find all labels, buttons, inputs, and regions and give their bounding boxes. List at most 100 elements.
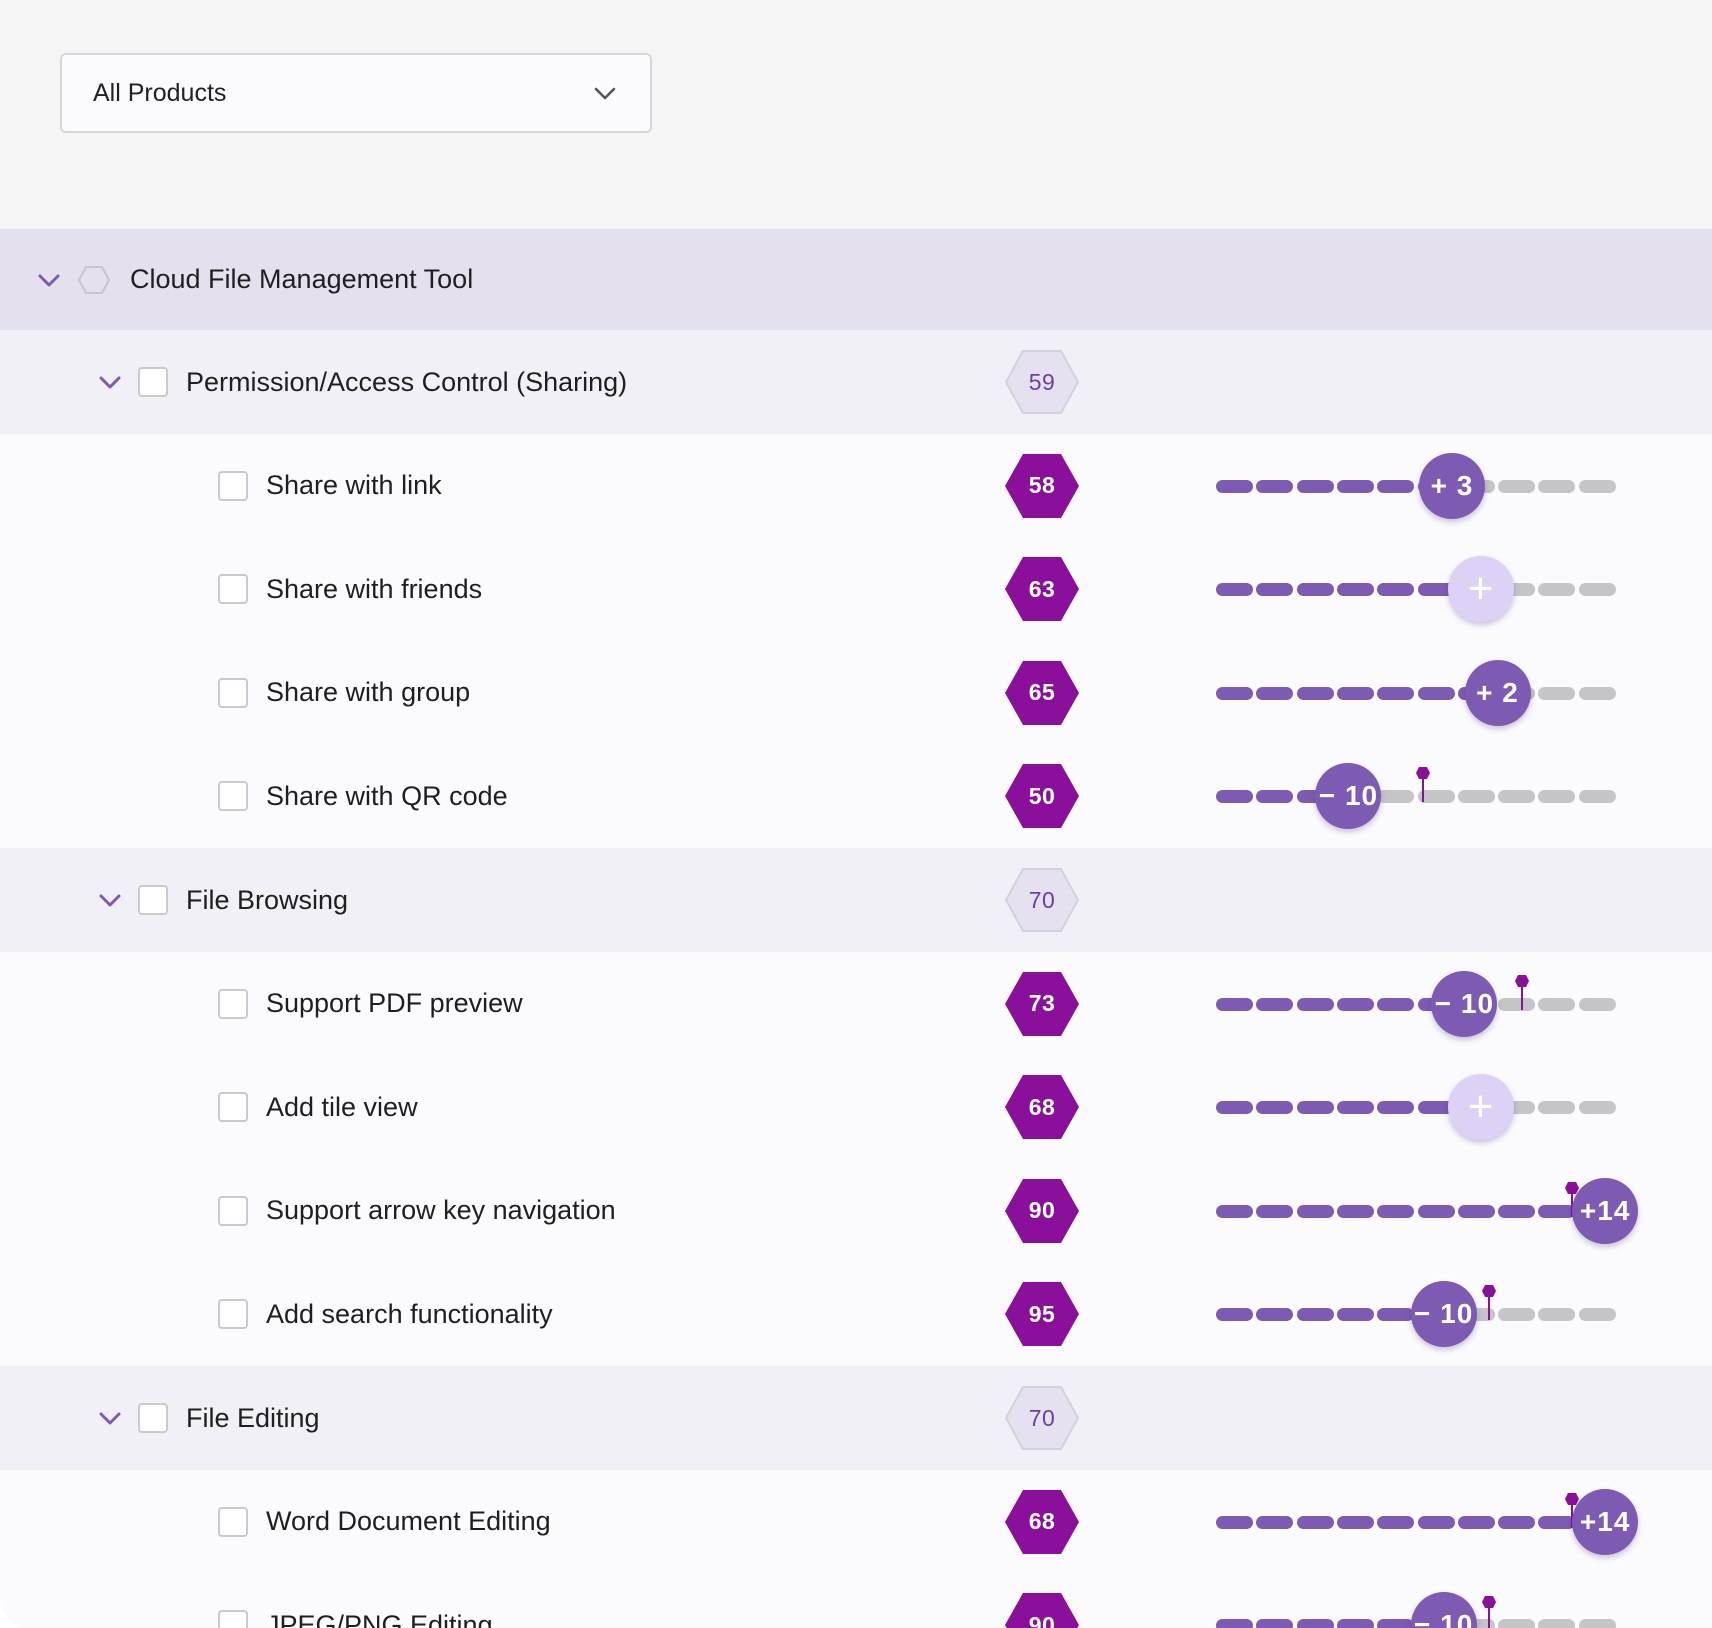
slider-segment [1336, 479, 1374, 493]
feature-row: Share with link 58 + 3 [0, 434, 1712, 538]
slider-segment [1578, 583, 1616, 597]
slider-segment [1417, 686, 1455, 700]
slider-segment [1296, 1619, 1334, 1628]
slider-segment [1216, 1204, 1253, 1218]
score-value: 68 [1028, 1093, 1056, 1120]
score-adjust-slider[interactable]: + 2 [1216, 659, 1630, 726]
feature-row: Share with group 65 + 2 [0, 641, 1712, 745]
slider-segment [1498, 1515, 1536, 1529]
group-checkbox[interactable] [138, 885, 168, 915]
feature-checkbox[interactable] [218, 677, 248, 708]
score-adjust-slider[interactable]: +14 [1216, 1488, 1639, 1555]
slider-segment [1377, 1308, 1415, 1322]
score-adjust-slider[interactable]: + [1216, 1074, 1630, 1141]
group-name: File Browsing [186, 884, 349, 915]
slider-segment [1538, 1308, 1576, 1322]
score-value: 70 [1028, 886, 1056, 913]
slider-segment [1417, 1204, 1455, 1218]
feature-name: Share with QR code [266, 780, 508, 811]
slider-segment [1216, 997, 1253, 1011]
slider-knob[interactable]: + 3 [1418, 452, 1485, 519]
feature-checkbox[interactable] [218, 1506, 248, 1537]
pin-icon [1482, 1285, 1497, 1321]
product-filter-dropdown[interactable]: All Products [60, 53, 652, 133]
score-adjust-slider[interactable]: + 3 [1216, 452, 1630, 519]
feature-row: Support PDF preview 73 − 10 [0, 952, 1712, 1056]
product-row: Cloud File Management Tool [0, 229, 1712, 330]
slider-segment [1377, 686, 1415, 700]
slider-segment [1336, 1515, 1374, 1529]
feature-row: JPEG/PNG Editing 90 − 10 [0, 1573, 1712, 1628]
score-adjust-slider[interactable]: − 10 [1216, 1281, 1630, 1348]
feature-tree: Cloud File Management Tool Permission/Ac… [0, 229, 1712, 1628]
slider-segment [1578, 686, 1616, 700]
group-checkbox[interactable] [138, 1403, 168, 1433]
group-row: Permission/Access Control (Sharing) 59 [0, 330, 1712, 434]
slider-segment [1256, 1619, 1294, 1628]
score-value: 90 [1028, 1197, 1056, 1224]
score-value: 70 [1028, 1404, 1056, 1431]
feature-name: Share with group [266, 677, 471, 708]
feature-row: Support arrow key navigation 90 +14 [0, 1159, 1712, 1263]
slider-segment [1336, 1101, 1374, 1115]
slider-knob[interactable]: + [1447, 1074, 1514, 1141]
score-value: 59 [1028, 368, 1056, 395]
slider-knob[interactable]: − 10 [1315, 763, 1382, 830]
feature-name: Add tile view [266, 1091, 418, 1122]
slider-segment [1538, 1101, 1576, 1115]
feature-row: Word Document Editing 68 +14 [0, 1470, 1712, 1574]
feature-score-badge: 90 [1004, 1178, 1080, 1244]
feature-checkbox[interactable] [218, 470, 248, 501]
pin-icon [1416, 767, 1430, 803]
slider-segment [1336, 583, 1374, 597]
feature-checkbox[interactable] [218, 988, 248, 1019]
slider-knob[interactable]: +14 [1572, 1177, 1639, 1244]
slider-knob[interactable]: +14 [1572, 1488, 1639, 1555]
score-adjust-slider[interactable]: − 10 [1216, 763, 1630, 830]
slider-segment [1377, 1204, 1415, 1218]
feature-score-badge: 65 [1004, 660, 1080, 726]
slider-knob[interactable]: − 10 [1410, 1281, 1477, 1348]
product-name: Cloud File Management Tool [130, 264, 474, 294]
score-adjust-slider[interactable]: − 10 [1216, 970, 1630, 1037]
group-checkbox[interactable] [138, 367, 168, 397]
slider-segment [1296, 1515, 1334, 1529]
slider-knob[interactable]: + [1447, 556, 1514, 623]
slider-knob[interactable]: − 10 [1410, 1592, 1477, 1628]
slider-segment [1216, 1515, 1253, 1529]
feature-score-badge: 63 [1004, 556, 1080, 622]
feature-checkbox[interactable] [218, 781, 248, 812]
score-value: 65 [1028, 679, 1056, 706]
slider-segment [1498, 1619, 1536, 1628]
feature-checkbox[interactable] [218, 1092, 248, 1123]
feature-name: Support arrow key navigation [266, 1195, 616, 1226]
feature-checkbox[interactable] [218, 1610, 248, 1628]
slider-segment [1256, 583, 1294, 597]
slider-segment [1216, 1619, 1253, 1628]
slider-knob[interactable]: + 2 [1464, 659, 1531, 726]
feature-checkbox[interactable] [218, 1195, 248, 1226]
score-value: 63 [1028, 575, 1056, 602]
feature-checkbox[interactable] [218, 1299, 248, 1330]
feature-score-badge: 95 [1004, 1281, 1080, 1347]
slider-segment [1538, 1619, 1576, 1628]
slider-knob[interactable]: − 10 [1431, 970, 1498, 1037]
chevron-down-icon[interactable] [36, 267, 62, 293]
score-value: 90 [1028, 1611, 1056, 1628]
feature-name: Word Document Editing [266, 1506, 551, 1537]
chevron-down-icon[interactable] [97, 369, 123, 395]
chevron-down-icon[interactable] [97, 1405, 123, 1431]
feature-checkbox[interactable] [218, 574, 248, 605]
score-adjust-slider[interactable]: + [1216, 556, 1630, 623]
score-adjust-slider[interactable]: − 10 [1216, 1592, 1630, 1628]
feature-name: Share with link [266, 470, 442, 501]
slider-segment [1256, 686, 1294, 700]
group-row: File Editing 70 [0, 1366, 1712, 1470]
slider-segment [1578, 1619, 1616, 1628]
slider-segment [1498, 1204, 1536, 1218]
chevron-down-icon[interactable] [97, 887, 123, 913]
slider-segment [1216, 479, 1253, 493]
score-value: 58 [1028, 472, 1056, 499]
score-adjust-slider[interactable]: +14 [1216, 1177, 1639, 1244]
slider-segment [1336, 1308, 1374, 1322]
